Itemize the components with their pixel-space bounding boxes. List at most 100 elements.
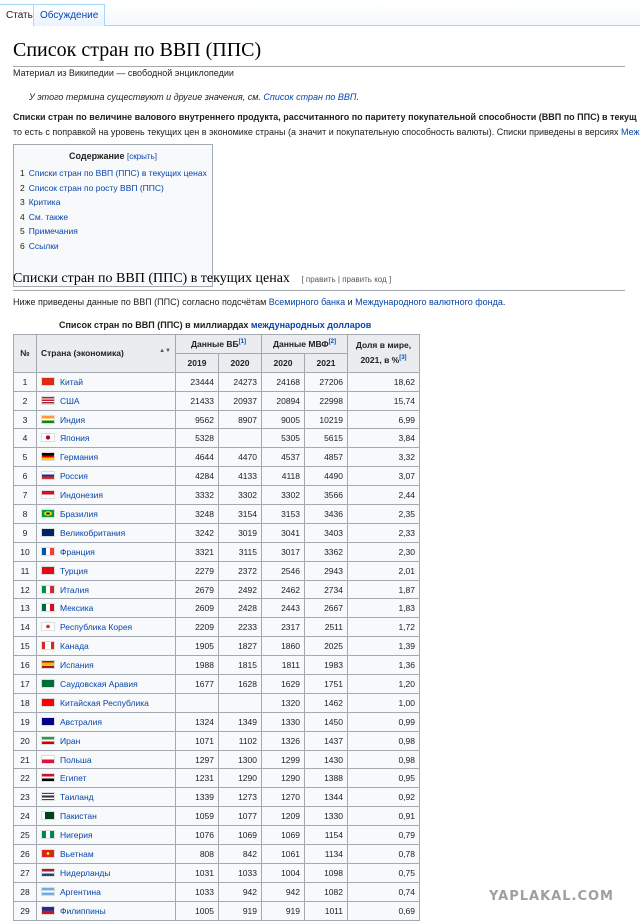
country-link[interactable]: Нидерланды	[60, 868, 110, 878]
imf-2021-cell: 2943	[304, 560, 348, 581]
imf-2020-cell: 1061	[261, 844, 305, 864]
hatnote-link[interactable]: Список стран по ВВП	[263, 92, 356, 102]
country-link[interactable]: Филиппины	[60, 906, 106, 916]
imf-2020-cell: 2443	[261, 598, 305, 619]
toc-item[interactable]: 3 Критика	[20, 195, 206, 210]
intl-dollars-link[interactable]: международных долларов	[251, 320, 371, 330]
share-cell: 0,98	[347, 730, 420, 751]
toc-item-link[interactable]: Критика	[29, 197, 61, 207]
table-row: 18 Китайская Республика 1320 1462 1,00	[13, 692, 420, 713]
country-link[interactable]: Нигерия	[60, 830, 93, 840]
country-cell: Испания	[36, 655, 176, 676]
section-intro-suffix: .	[502, 297, 506, 307]
toc-item-link[interactable]: Примечания	[29, 226, 78, 236]
country-link[interactable]: Вьетнам	[60, 849, 94, 859]
toc-item-number: 1	[20, 168, 25, 178]
table-row: 27 Нидерланды 1031 1033 1004 1098 0,75	[13, 862, 420, 883]
header-wb-2019[interactable]: 2019	[175, 352, 219, 373]
toc-title: Содержание [скрыть]	[20, 151, 206, 161]
wb-2020-cell: 1077	[218, 806, 262, 827]
imf-2021-cell: 3403	[304, 522, 348, 543]
country-link[interactable]: Пакистан	[60, 811, 97, 821]
imf-2020-cell: 2462	[261, 579, 305, 600]
rank-cell: 25	[13, 825, 37, 846]
wb-2020-cell: 1273	[218, 787, 262, 808]
header-wb-2020[interactable]: 2020	[218, 352, 262, 373]
imf-2021-cell: 4490	[304, 466, 348, 487]
country-link[interactable]: США	[60, 396, 80, 406]
country-link[interactable]: Австралия	[60, 717, 102, 727]
country-link[interactable]: Бразилия	[60, 509, 98, 519]
wb-ref-link[interactable]: [1]	[239, 339, 246, 345]
toc-toggle[interactable]: [скрыть]	[127, 152, 157, 161]
country-link[interactable]: Япония	[60, 433, 90, 443]
header-country[interactable]: Страна (экономика) ▲▼	[36, 334, 176, 373]
country-link[interactable]: Канада	[60, 641, 89, 651]
rank-cell: 16	[13, 655, 37, 676]
wb-2019-cell: 1059	[175, 806, 219, 827]
toc-item[interactable]: 6 Ссылки	[20, 239, 206, 254]
imf-2021-cell: 1437	[304, 730, 348, 751]
country-link[interactable]: Аргентина	[60, 887, 101, 897]
flag-icon	[41, 678, 55, 688]
header-rank[interactable]: №	[13, 334, 37, 373]
wb-2020-cell: 2372	[218, 560, 262, 581]
section-edit-links[interactable]: [ править | править код ]	[301, 275, 391, 284]
country-link[interactable]: Индонезия	[60, 490, 103, 500]
world-bank-link[interactable]: Всемирного банка	[269, 297, 345, 307]
country-link[interactable]: Испания	[60, 660, 94, 670]
imf-link[interactable]: Международного валютного фонда	[355, 297, 503, 307]
imf-2020-cell: 3153	[261, 504, 305, 524]
country-link[interactable]: Италия	[60, 585, 89, 595]
share-cell: 0,91	[347, 806, 420, 827]
country-link[interactable]: Индия	[60, 415, 85, 425]
toc-item-link[interactable]: Ссылки	[29, 241, 59, 251]
header-share[interactable]: Доля в мире, 2021, в %[3]	[347, 334, 420, 373]
toc-item-link[interactable]: См. также	[29, 212, 68, 222]
country-cell: Польша	[36, 749, 176, 770]
rank-cell: 19	[13, 711, 37, 732]
wb-2019-cell: 3242	[175, 522, 219, 543]
rank-cell: 26	[13, 844, 37, 864]
country-cell: Аргентина	[36, 881, 176, 902]
share-ref-link[interactable]: [3]	[399, 355, 406, 361]
country-link[interactable]: Китайская Республика	[60, 698, 149, 708]
flag-icon	[41, 754, 55, 764]
sort-icon[interactable]: ▲▼	[159, 348, 171, 354]
tab-discussion[interactable]: Обсуждение	[33, 4, 106, 26]
country-cell: Египет	[36, 768, 176, 789]
toc-item-link[interactable]: Списки стран по ВВП (ППС) в текущих цена…	[29, 168, 207, 178]
country-cell: Россия	[36, 466, 176, 487]
country-link[interactable]: Саудовская Аравия	[60, 679, 138, 689]
country-link[interactable]: Республика Корея	[60, 622, 132, 632]
country-cell: Франция	[36, 541, 176, 562]
country-link[interactable]: Польша	[60, 755, 92, 765]
country-link[interactable]: Франция	[60, 547, 95, 557]
country-link[interactable]: Россия	[60, 471, 88, 481]
share-cell: 1,87	[347, 579, 420, 600]
toc-item[interactable]: 4 См. также	[20, 210, 206, 225]
flag-icon	[41, 414, 55, 424]
toc-item[interactable]: 1 Списки стран по ВВП (ППС) в текущих цен…	[20, 166, 207, 181]
country-link[interactable]: Египет	[60, 773, 86, 783]
country-link[interactable]: Иран	[60, 736, 80, 746]
share-cell: 0,79	[347, 825, 420, 846]
toc-item[interactable]: 5 Примечания	[20, 224, 206, 239]
table-row: 3 Индия 9562 8907 9005 10219 6,99	[13, 409, 420, 430]
country-link[interactable]: Турция	[60, 566, 88, 576]
imf-2021-cell: 1751	[304, 674, 348, 694]
share-cell: 1,00	[347, 692, 420, 713]
country-link[interactable]: Великобритания	[60, 528, 125, 538]
country-link[interactable]: Мексика	[60, 603, 93, 613]
imf-ref-link[interactable]: [2]	[329, 339, 336, 345]
country-link[interactable]: Китай	[60, 377, 83, 387]
wb-2020-cell: 4470	[218, 447, 262, 468]
intro-link[interactable]: Меж	[621, 127, 640, 137]
header-imf-2021[interactable]: 2021	[304, 352, 348, 373]
toc-item[interactable]: 2 Список стран по росту ВВП (ППС)	[20, 181, 206, 196]
imf-2021-cell: 1134	[304, 844, 348, 864]
country-link[interactable]: Германия	[60, 452, 98, 462]
country-link[interactable]: Таиланд	[60, 792, 94, 802]
toc-item-link[interactable]: Список стран по росту ВВП (ППС)	[29, 183, 164, 193]
header-imf-2020[interactable]: 2020	[261, 352, 305, 373]
